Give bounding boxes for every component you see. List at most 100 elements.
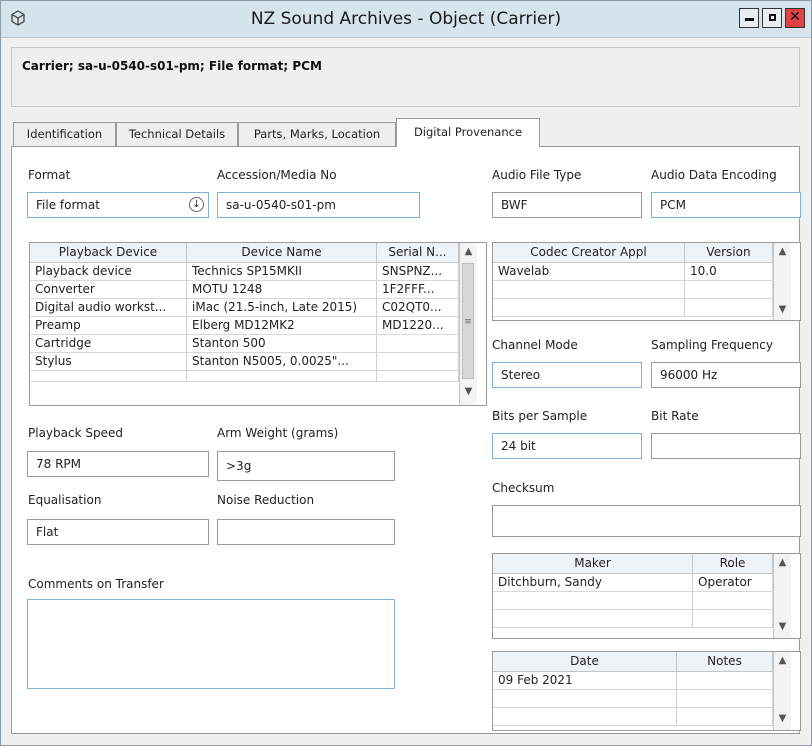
table-cell[interactable]: Digital audio workst... bbox=[30, 299, 187, 317]
column-header[interactable]: Codec Creator Appl bbox=[493, 243, 685, 263]
column-header[interactable]: Notes bbox=[677, 652, 773, 672]
table-cell[interactable] bbox=[187, 371, 377, 382]
table-cell[interactable]: Converter bbox=[30, 281, 187, 299]
tab-technical-details[interactable]: Technical Details bbox=[116, 122, 238, 146]
table-cell[interactable]: Wavelab bbox=[493, 263, 685, 281]
table-cell[interactable]: Stanton 500 bbox=[187, 335, 377, 353]
chevron-up-icon[interactable]: ▲ bbox=[460, 243, 477, 261]
codec-scrollbar[interactable]: ▲ ▼ bbox=[773, 243, 791, 320]
table-cell[interactable]: C02QT0... bbox=[377, 299, 459, 317]
table-cell[interactable]: 09 Feb 2021 bbox=[493, 672, 677, 690]
table-cell[interactable] bbox=[493, 708, 677, 726]
chevron-up-icon[interactable]: ▲ bbox=[774, 554, 791, 572]
maker-table[interactable]: Maker Role Ditchburn, Sandy Operator ▲ ▼ bbox=[492, 553, 801, 639]
table-cell[interactable] bbox=[493, 592, 693, 610]
table-cell[interactable] bbox=[493, 281, 685, 299]
table-cell[interactable] bbox=[677, 690, 773, 708]
title-bar[interactable]: NZ Sound Archives - Object (Carrier) ✕ bbox=[1, 1, 811, 38]
bit-rate-field[interactable] bbox=[651, 433, 801, 459]
table-cell[interactable] bbox=[685, 281, 773, 299]
minimize-button[interactable] bbox=[739, 8, 759, 28]
chevron-up-icon[interactable]: ▲ bbox=[774, 243, 791, 261]
table-cell[interactable] bbox=[377, 371, 459, 382]
digital-provenance-panel: Format File format ↓ Accession/Media No … bbox=[11, 146, 801, 734]
column-header[interactable]: Version bbox=[685, 243, 773, 263]
table-cell[interactable]: Cartridge bbox=[30, 335, 187, 353]
table-cell[interactable] bbox=[493, 610, 693, 628]
audio-file-type-field[interactable]: BWF bbox=[492, 192, 642, 218]
table-cell[interactable] bbox=[493, 690, 677, 708]
table-cell[interactable]: Elberg MD12MK2 bbox=[187, 317, 377, 335]
tab-digital-provenance[interactable]: Digital Provenance bbox=[396, 118, 540, 147]
table-cell[interactable]: Playback device bbox=[30, 263, 187, 281]
table-cell[interactable] bbox=[493, 299, 685, 317]
chevron-down-icon[interactable]: ▼ bbox=[460, 383, 477, 401]
table-cell[interactable]: Stylus bbox=[30, 353, 187, 371]
chevron-down-icon[interactable]: ▼ bbox=[774, 618, 791, 636]
devices-scrollbar[interactable]: ▲ ≡ ▼ bbox=[459, 243, 477, 405]
table-cell[interactable] bbox=[685, 299, 773, 317]
column-header[interactable]: Serial N... bbox=[377, 243, 459, 263]
column-header[interactable]: Device Name bbox=[187, 243, 377, 263]
minimize-icon bbox=[744, 18, 754, 21]
table-cell[interactable]: 1F2FFF... bbox=[377, 281, 459, 299]
bits-per-sample-field[interactable]: 24 bit bbox=[492, 433, 642, 459]
checksum-field[interactable] bbox=[492, 505, 801, 537]
table-cell[interactable] bbox=[377, 335, 459, 353]
maximize-icon bbox=[768, 14, 776, 21]
tab-parts-marks-location[interactable]: Parts, Marks, Location bbox=[238, 122, 396, 146]
accession-label: Accession/Media No bbox=[217, 168, 337, 182]
format-label: Format bbox=[28, 168, 71, 182]
channel-mode-field[interactable]: Stereo bbox=[492, 362, 642, 388]
tab-label: Identification bbox=[26, 127, 103, 141]
column-header[interactable]: Date bbox=[493, 652, 677, 672]
chevron-up-icon[interactable]: ▲ bbox=[774, 652, 791, 670]
column-header[interactable]: Maker bbox=[493, 554, 693, 574]
object-window: NZ Sound Archives - Object (Carrier) ✕ C… bbox=[0, 0, 812, 746]
table-cell[interactable] bbox=[693, 610, 773, 628]
equalisation-field[interactable]: Flat bbox=[27, 519, 209, 545]
format-select[interactable]: File format ↓ bbox=[27, 192, 209, 218]
scrollbar-thumb[interactable]: ≡ bbox=[462, 263, 474, 379]
table-cell[interactable] bbox=[677, 672, 773, 690]
noise-reduction-label: Noise Reduction bbox=[217, 493, 315, 507]
bit-rate-label: Bit Rate bbox=[651, 409, 699, 423]
table-cell[interactable]: Stanton N5005, 0.0025"... bbox=[187, 353, 377, 371]
column-header[interactable]: Playback Device bbox=[30, 243, 187, 263]
summary-text: Carrier; sa-u-0540-s01-pm; File format; … bbox=[22, 59, 322, 73]
table-cell[interactable] bbox=[693, 592, 773, 610]
chevron-down-icon[interactable]: ▼ bbox=[774, 301, 791, 319]
equalisation-label: Equalisation bbox=[28, 493, 102, 507]
audio-file-type-label: Audio File Type bbox=[492, 168, 582, 182]
arm-weight-field[interactable]: >3g bbox=[217, 451, 395, 481]
accession-field[interactable]: sa-u-0540-s01-pm bbox=[217, 192, 420, 218]
maximize-button[interactable] bbox=[762, 8, 782, 28]
table-cell[interactable] bbox=[677, 708, 773, 726]
table-cell[interactable]: Technics SP15MKII bbox=[187, 263, 377, 281]
table-cell[interactable]: Operator bbox=[693, 574, 773, 592]
comments-textarea[interactable] bbox=[27, 599, 395, 689]
table-cell[interactable]: MD1220... bbox=[377, 317, 459, 335]
sampling-frequency-field[interactable]: 96000 Hz bbox=[651, 362, 801, 388]
table-cell[interactable]: iMac (21.5-inch, Late 2015) bbox=[187, 299, 377, 317]
table-cell[interactable] bbox=[30, 371, 187, 382]
table-cell[interactable] bbox=[377, 353, 459, 371]
column-header[interactable]: Role bbox=[693, 554, 773, 574]
codec-table[interactable]: Codec Creator Appl Version Wavelab 10.0 … bbox=[492, 242, 801, 321]
table-cell[interactable]: SNSPNZ... bbox=[377, 263, 459, 281]
tab-identification[interactable]: Identification bbox=[13, 122, 116, 146]
table-cell[interactable]: Ditchburn, Sandy bbox=[493, 574, 693, 592]
date-scrollbar[interactable]: ▲ ▼ bbox=[773, 652, 791, 730]
close-button[interactable]: ✕ bbox=[785, 8, 805, 28]
noise-reduction-field[interactable] bbox=[217, 519, 395, 545]
date-notes-table[interactable]: Date Notes 09 Feb 2021 ▲ ▼ bbox=[492, 651, 801, 731]
table-cell[interactable]: Preamp bbox=[30, 317, 187, 335]
playback-speed-field[interactable]: 78 RPM bbox=[27, 451, 209, 477]
chevron-down-icon[interactable]: ▼ bbox=[774, 710, 791, 728]
table-cell[interactable]: 10.0 bbox=[685, 263, 773, 281]
table-cell[interactable]: MOTU 1248 bbox=[187, 281, 377, 299]
sampling-frequency-label: Sampling Frequency bbox=[651, 338, 773, 352]
audio-data-encoding-field[interactable]: PCM bbox=[651, 192, 801, 218]
maker-scrollbar[interactable]: ▲ ▼ bbox=[773, 554, 791, 638]
playback-devices-table[interactable]: Playback Device Device Name Serial N... … bbox=[29, 242, 487, 406]
